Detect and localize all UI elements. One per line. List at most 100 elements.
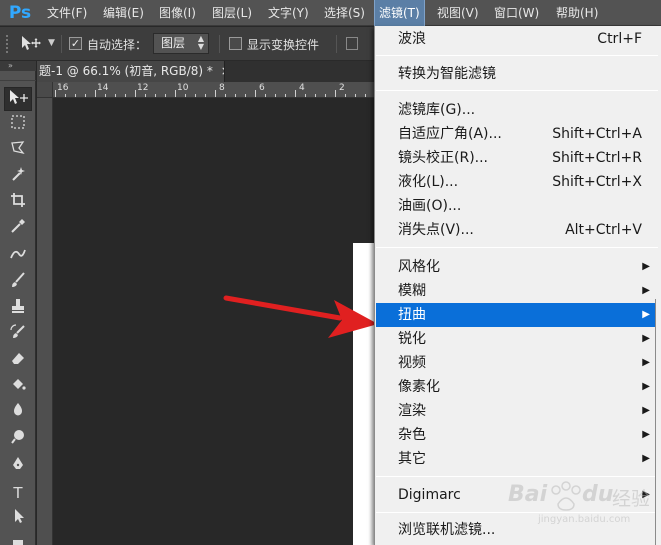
menu-select[interactable]: 选择(S) bbox=[320, 0, 369, 26]
brush-tool-icon[interactable] bbox=[4, 271, 32, 295]
align-top-icon[interactable] bbox=[346, 37, 358, 50]
auto-select-checkbox[interactable]: ✓ bbox=[69, 37, 82, 50]
marquee-tool-icon[interactable] bbox=[4, 113, 32, 137]
ruler-label: 16 bbox=[57, 83, 69, 93]
select-updown-icon: ▲ ▼ bbox=[197, 34, 204, 51]
magic-wand-tool-icon[interactable] bbox=[4, 165, 32, 189]
filter-sharpen[interactable]: 锐化 ▶ bbox=[376, 327, 658, 351]
filter-gallery[interactable]: 滤镜库(G)... bbox=[376, 98, 658, 122]
filter-noise[interactable]: 杂色 ▶ bbox=[376, 423, 658, 447]
show-transform-checkbox[interactable] bbox=[229, 37, 242, 50]
move-tool-icon[interactable] bbox=[4, 87, 32, 111]
menu-item-shortcut: Shift+Ctrl+X bbox=[552, 174, 642, 190]
path-selection-tool-icon[interactable] bbox=[4, 507, 32, 531]
menu-image[interactable]: 图像(I) bbox=[155, 0, 200, 26]
menu-item-label: 油画(O)... bbox=[398, 198, 462, 214]
history-brush-tool-icon[interactable] bbox=[4, 323, 32, 347]
menu-file[interactable]: 文件(F) bbox=[43, 0, 91, 26]
menu-item-label: 风格化 bbox=[398, 259, 440, 275]
menu-separator bbox=[376, 90, 658, 91]
menu-item-label: 其它 bbox=[398, 451, 426, 467]
ruler-tick bbox=[355, 94, 356, 97]
filter-lens-correction[interactable]: 镜头校正(R)... Shift+Ctrl+R bbox=[376, 146, 658, 170]
ruler-tick bbox=[245, 94, 246, 97]
ruler-tick bbox=[275, 94, 276, 97]
menu-filter[interactable]: 滤镜(T) bbox=[374, 0, 425, 27]
options-grip-handle[interactable] bbox=[6, 35, 9, 53]
filter-vanishing-point[interactable]: 消失点(V)... Alt+Ctrl+V bbox=[376, 218, 658, 242]
filter-stylize[interactable]: 风格化 ▶ bbox=[376, 255, 658, 279]
move-tool-preset-icon[interactable] bbox=[20, 35, 42, 55]
filter-liquify[interactable]: 液化(L)... Shift+Ctrl+X bbox=[376, 170, 658, 194]
tools-panel-grip[interactable] bbox=[0, 71, 36, 81]
menu-view[interactable]: 视图(V) bbox=[433, 0, 483, 26]
ruler-tick bbox=[75, 94, 76, 97]
tool-preset-dropdown-icon[interactable]: ▼ bbox=[48, 38, 55, 48]
ruler-tick bbox=[125, 94, 126, 97]
dodge-tool-icon[interactable] bbox=[4, 427, 32, 451]
watermark-text-2: du bbox=[582, 482, 614, 507]
filter-video[interactable]: 视频 ▶ bbox=[376, 351, 658, 375]
menu-type[interactable]: 文字(Y) bbox=[264, 0, 313, 26]
submenu-arrow-icon: ▶ bbox=[642, 429, 650, 440]
clone-stamp-tool-icon[interactable] bbox=[4, 297, 32, 321]
tools-panel-collapse[interactable]: » bbox=[0, 61, 36, 71]
menu-item-label: 波浪 bbox=[398, 31, 426, 47]
vertical-ruler[interactable] bbox=[37, 98, 53, 545]
options-divider bbox=[336, 35, 337, 53]
type-tool-icon[interactable]: T bbox=[4, 481, 32, 505]
menu-item-label: 浏览联机滤镜... bbox=[398, 522, 496, 538]
document-tab[interactable]: 题-1 @ 66.1% (初音, RGB/8) * × bbox=[37, 61, 225, 82]
menu-item-shortcut: Ctrl+F bbox=[597, 31, 642, 47]
ruler-label: 10 bbox=[177, 83, 189, 93]
shape-tool-icon[interactable] bbox=[4, 531, 32, 545]
filter-other[interactable]: 其它 ▶ bbox=[376, 447, 658, 471]
lasso-tool-icon[interactable] bbox=[4, 139, 32, 163]
ruler-tick bbox=[165, 94, 166, 97]
ruler-tick bbox=[215, 90, 216, 97]
filter-render[interactable]: 渲染 ▶ bbox=[376, 399, 658, 423]
menu-window[interactable]: 窗口(W) bbox=[490, 0, 543, 26]
ruler-tick bbox=[85, 94, 86, 97]
pen-tool-icon[interactable] bbox=[4, 455, 32, 479]
healing-brush-tool-icon[interactable] bbox=[4, 245, 32, 269]
ruler-tick bbox=[55, 90, 56, 97]
submenu-arrow-icon: ▶ bbox=[642, 261, 650, 272]
filter-distort[interactable]: 扭曲 ▶ bbox=[376, 303, 658, 327]
blur-tool-icon[interactable] bbox=[4, 401, 32, 425]
filter-oil-paint[interactable]: 油画(O)... bbox=[376, 194, 658, 218]
auto-select-label: 自动选择： bbox=[87, 38, 148, 52]
ruler-label: 4 bbox=[299, 83, 305, 93]
menu-item-label: 扭曲 bbox=[398, 307, 426, 323]
menu-bar: Ps 文件(F) 编辑(E) 图像(I) 图层(L) 文字(Y) 选择(S) 滤… bbox=[0, 0, 661, 27]
menu-help[interactable]: 帮助(H) bbox=[552, 0, 602, 26]
menu-item-shortcut: Shift+Ctrl+A bbox=[552, 126, 642, 142]
filter-blur[interactable]: 模糊 ▶ bbox=[376, 279, 658, 303]
filter-convert-smart[interactable]: 转换为智能滤镜 bbox=[376, 62, 658, 86]
horizontal-ruler[interactable]: 16 14 12 10 8 6 4 2 bbox=[53, 82, 377, 98]
menu-layer[interactable]: 图层(L) bbox=[208, 0, 256, 26]
ruler-tick bbox=[315, 94, 316, 97]
ruler-tick bbox=[295, 90, 296, 97]
submenu-arrow-icon: ▶ bbox=[642, 333, 650, 344]
filter-pixelate[interactable]: 像素化 ▶ bbox=[376, 375, 658, 399]
submenu-arrow-icon: ▶ bbox=[642, 285, 650, 296]
eraser-tool-icon[interactable] bbox=[4, 349, 32, 373]
filter-last-wave[interactable]: 波浪 Ctrl+F bbox=[376, 27, 658, 51]
show-transform-label: 显示变换控件 bbox=[247, 38, 320, 52]
ruler-tick bbox=[255, 90, 256, 97]
ruler-tick bbox=[325, 94, 326, 97]
ruler-tick bbox=[195, 94, 196, 97]
eyedropper-tool-icon[interactable] bbox=[4, 217, 32, 241]
crop-tool-icon[interactable] bbox=[4, 191, 32, 215]
ruler-tick bbox=[105, 94, 106, 97]
ruler-origin[interactable] bbox=[37, 82, 53, 98]
options-divider bbox=[61, 35, 62, 53]
menu-item-label: 镜头校正(R)... bbox=[398, 150, 489, 166]
options-divider bbox=[219, 35, 220, 53]
filter-adaptive-wide-angle[interactable]: 自适应广角(A)... Shift+Ctrl+A bbox=[376, 122, 658, 146]
menu-edit[interactable]: 编辑(E) bbox=[99, 0, 148, 26]
auto-select-target-select[interactable]: 图层 ▲ ▼ bbox=[153, 33, 209, 54]
tab-strip bbox=[225, 61, 377, 82]
paint-bucket-tool-icon[interactable] bbox=[4, 375, 32, 399]
